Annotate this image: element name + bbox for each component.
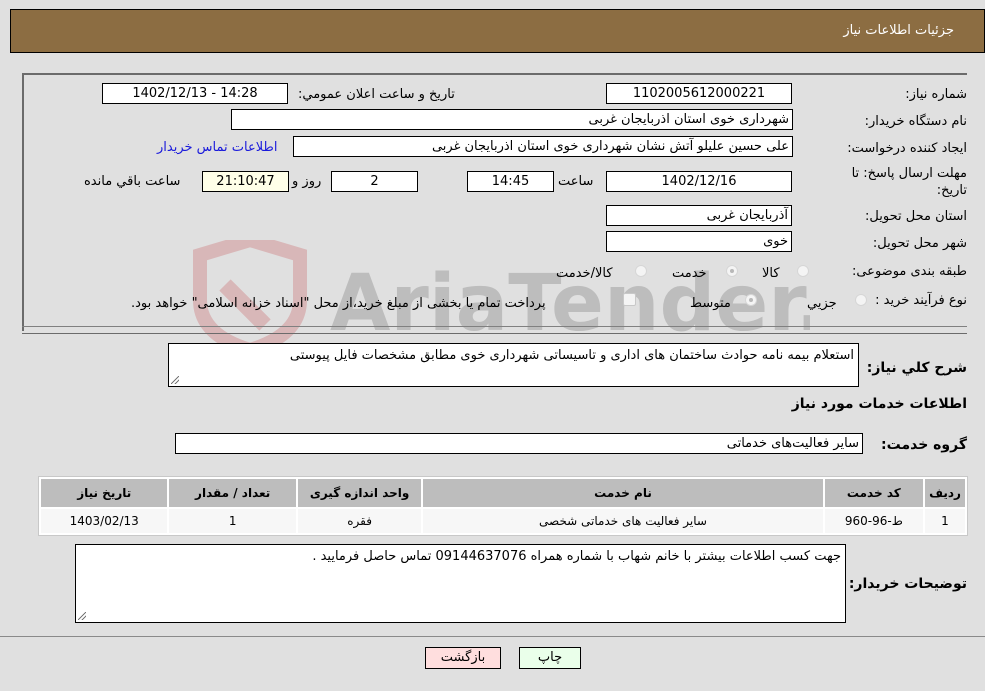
purchase-type-radio-minor[interactable]	[855, 294, 867, 306]
table-header-row: رديف کد خدمت نام خدمت واحد اندازه گيری ت…	[41, 479, 965, 507]
treasury-checkbox[interactable]	[623, 293, 636, 306]
buyer-notes-text: جهت کسب اطلاعات بیشتر با خانم شهاب با شم…	[312, 549, 841, 564]
category-label: طبقه بندی موضوعی:	[851, 264, 967, 279]
category-radio-service[interactable]	[726, 265, 738, 277]
deadline-date-field: 1402/12/16	[606, 171, 792, 192]
col-header-need-date: تاريخ نياز	[41, 479, 168, 507]
deadline-label: مهلت ارسال پاسخ: تا	[851, 166, 967, 181]
requester-field: علی حسین علیلو آتش نشان شهرداری خوی استا…	[293, 136, 793, 157]
services-section-title: اطلاعات خدمات مورد نياز	[791, 396, 967, 412]
cell-need-date: 1403/02/13	[41, 509, 168, 533]
service-group-field: سایر فعالیت‌های خدماتی	[175, 433, 863, 454]
treasury-checkbox-label: پرداخت تمام یا بخشی از مبلغ خرید،از محل …	[131, 296, 546, 311]
delivery-city-field: خوی	[606, 231, 792, 252]
deadline-time-label: ساعت	[558, 174, 594, 189]
divider	[0, 636, 985, 637]
announce-datetime-label: تاریخ و ساعت اعلان عمومي:	[298, 87, 455, 102]
remaining-time-label: ساعت باقي مانده	[84, 174, 181, 189]
delivery-city-label: شهر محل تحويل:	[872, 236, 967, 251]
description-label: شرح کلي نياز:	[866, 360, 967, 376]
buyer-org-field: شهرداری خوی استان اذربایجان غربی	[231, 109, 793, 130]
purchase-type-option-medium: متوسط	[690, 296, 731, 311]
cell-quantity: 1	[169, 509, 296, 533]
deadline-label-line2: تاریخ:	[936, 183, 967, 198]
col-header-service-name: نام خدمت	[423, 479, 823, 507]
delivery-province-field: آذربایجان غربی	[606, 205, 792, 226]
col-header-unit: واحد اندازه گيری	[297, 479, 422, 507]
remaining-days-field: 2	[331, 171, 418, 192]
print-button[interactable]: چاپ	[519, 647, 581, 669]
cell-service-name: سایر فعالیت های خدماتی شخصی	[423, 509, 823, 533]
buyer-notes-label: توضيحات خريدار:	[848, 576, 967, 592]
divider	[22, 333, 967, 334]
col-header-service-code: کد خدمت	[824, 479, 923, 507]
days-label: روز و	[292, 174, 322, 189]
resize-grip-icon[interactable]	[78, 612, 86, 620]
table-row: 1 ط-96-960 سایر فعالیت های خدماتی شخصی ف…	[41, 509, 965, 533]
category-radio-goods[interactable]	[797, 265, 809, 277]
purchase-type-option-minor: جزيي	[807, 296, 837, 311]
page-title: جزئیات اطلاعات نیاز	[843, 23, 954, 38]
purchase-type-radio-medium[interactable]	[745, 294, 757, 306]
service-group-label: گروه خدمت:	[881, 437, 967, 453]
category-option-service: خدمت	[672, 266, 707, 281]
col-header-row-number: رديف	[925, 479, 965, 507]
remaining-time-field: 21:10:47	[202, 171, 289, 192]
col-header-quantity: تعداد / مقدار	[169, 479, 296, 507]
description-textarea[interactable]: استعلام بیمه نامه حوادث ساختمان های ادار…	[168, 343, 859, 387]
page-header: جزئیات اطلاعات نیاز	[10, 9, 985, 53]
resize-grip-icon[interactable]	[171, 376, 179, 384]
services-table: رديف کد خدمت نام خدمت واحد اندازه گيری ت…	[38, 476, 968, 536]
need-number-field: 1102005612000221	[606, 83, 792, 104]
cell-row-number: 1	[925, 509, 965, 533]
category-radio-goods-service[interactable]	[635, 265, 647, 277]
need-number-label: شماره نیاز:	[905, 87, 967, 102]
category-option-goods-service: کالا/خدمت	[556, 266, 613, 281]
announce-datetime-field: 1402/12/13 - 14:28	[102, 83, 288, 104]
buyer-org-label: نام دستگاه خريدار:	[864, 114, 967, 129]
buyer-contact-link[interactable]: اطلاعات تماس خریدار	[157, 140, 277, 155]
cell-unit: فقره	[297, 509, 422, 533]
back-button[interactable]: بازگشت	[425, 647, 501, 669]
requester-label: ايجاد کننده درخواست:	[847, 141, 967, 156]
divider	[22, 326, 967, 327]
description-text: استعلام بیمه نامه حوادث ساختمان های ادار…	[289, 348, 854, 363]
deadline-time-field: 14:45	[467, 171, 554, 192]
delivery-province-label: استان محل تحويل:	[865, 209, 967, 224]
category-option-goods: کالا	[762, 266, 780, 281]
buyer-notes-textarea[interactable]: جهت کسب اطلاعات بیشتر با خانم شهاب با شم…	[75, 544, 846, 623]
cell-service-code: ط-96-960	[824, 509, 923, 533]
purchase-type-label: نوع فرآيند خريد :	[875, 293, 967, 308]
